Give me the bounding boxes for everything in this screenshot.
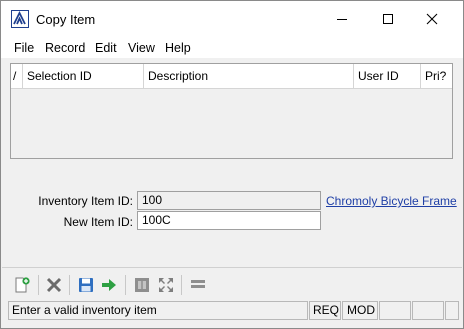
toolbar-divider — [38, 275, 39, 295]
column-header-user-id[interactable]: User ID — [354, 64, 421, 89]
delete-icon — [46, 277, 62, 293]
status-cell-empty — [412, 301, 444, 320]
copy-item-window: Copy Item File Record Edit View Help / S… — [0, 0, 464, 329]
expand-button[interactable] — [156, 275, 176, 295]
grid-header: / Selection ID Description User ID Pri? — [11, 64, 452, 89]
app-logo-icon — [11, 10, 29, 28]
expand-icon — [159, 278, 173, 292]
pin-button[interactable] — [132, 275, 152, 295]
status-req: REQ — [309, 301, 341, 320]
inventory-item-description-link[interactable]: Chromoly Bicycle Frame — [326, 194, 457, 208]
menu-help[interactable]: Help — [165, 41, 191, 55]
delete-button[interactable] — [44, 275, 64, 295]
new-item-label: New Item ID: — [63, 215, 133, 229]
new-item-field[interactable]: 100C — [137, 211, 321, 230]
maximize-button[interactable] — [365, 1, 411, 37]
toolbar-divider — [69, 275, 70, 295]
close-button[interactable] — [409, 1, 455, 37]
menu-bar: File Record Edit View Help — [1, 37, 463, 58]
status-mod: MOD — [342, 301, 378, 320]
minimize-button[interactable] — [319, 1, 365, 37]
title-bar: Copy Item — [1, 1, 463, 37]
status-bar: Enter a valid inventory item REQ MOD — [2, 301, 462, 320]
new-record-button[interactable] — [12, 275, 32, 295]
list-icon — [191, 280, 205, 288]
menu-view[interactable]: View — [128, 41, 155, 55]
save-button[interactable] — [76, 275, 96, 295]
close-icon — [426, 13, 438, 25]
menu-edit[interactable]: Edit — [95, 41, 117, 55]
menu-file[interactable]: File — [14, 41, 34, 55]
new-icon — [15, 277, 30, 293]
minimize-icon — [337, 19, 347, 20]
column-header-priority[interactable]: Pri? — [421, 64, 452, 89]
toolbar-divider — [125, 275, 126, 295]
menu-record[interactable]: Record — [45, 41, 85, 55]
arrow-right-icon — [102, 279, 116, 291]
status-cell-empty — [445, 301, 459, 320]
list-button[interactable] — [188, 275, 208, 295]
pin-icon — [135, 278, 149, 292]
maximize-icon — [383, 14, 393, 24]
status-message: Enter a valid inventory item — [8, 301, 308, 320]
inventory-item-label: Inventory Item ID: — [38, 194, 133, 208]
window-title: Copy Item — [36, 12, 96, 27]
column-header-description[interactable]: Description — [144, 64, 354, 89]
go-button[interactable] — [99, 275, 119, 295]
toolbar-divider — [181, 275, 182, 295]
column-header-selection-id[interactable]: Selection ID — [23, 64, 144, 89]
column-header-edit[interactable]: / — [11, 64, 23, 89]
status-cell-empty — [379, 301, 411, 320]
toolbar-separator — [2, 267, 462, 268]
selection-grid[interactable]: / Selection ID Description User ID Pri? — [10, 63, 453, 159]
inventory-item-field[interactable]: 100 — [137, 191, 321, 210]
save-icon — [79, 278, 93, 292]
